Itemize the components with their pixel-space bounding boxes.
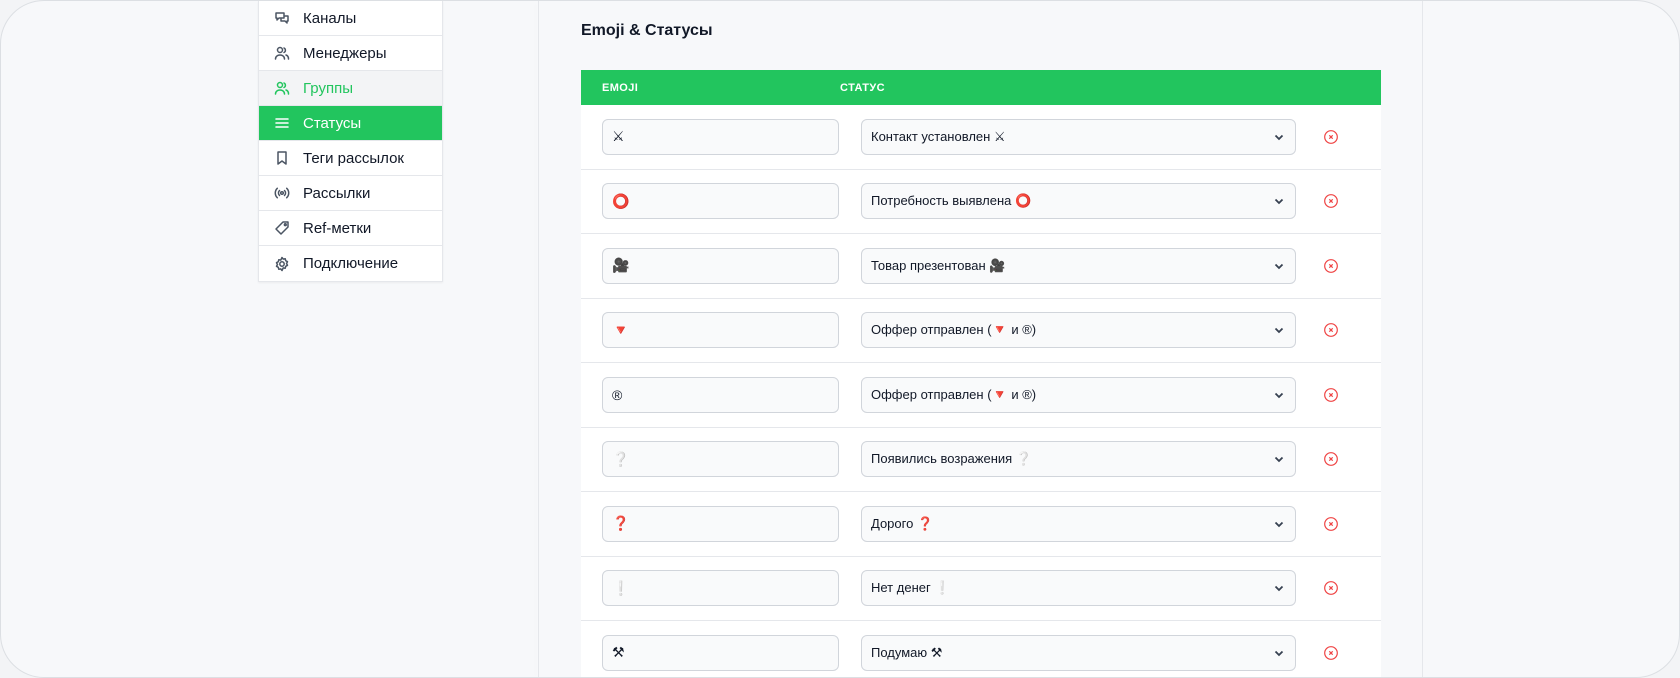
chevron-down-icon xyxy=(1273,453,1285,465)
table-row: 🎥 Товар презентован 🎥 xyxy=(581,234,1381,299)
table-header: EMOJI СТАТУС xyxy=(581,70,1381,105)
emoji-input[interactable]: ❕ xyxy=(602,570,839,607)
delete-row-button[interactable] xyxy=(1323,516,1339,532)
bookmark-icon xyxy=(273,149,291,167)
emoji-input[interactable]: 🔻 xyxy=(602,312,839,349)
emoji-input[interactable]: ⚒ xyxy=(602,634,839,671)
chevron-down-icon xyxy=(1273,582,1285,594)
sidebar-item-label: Статусы xyxy=(303,114,362,132)
status-select[interactable]: Контакт установлен ⚔ xyxy=(861,118,1296,155)
delete-row-button[interactable] xyxy=(1323,193,1339,209)
content-left-border xyxy=(538,1,539,677)
table-row: 🔻 Оффер отправлен (🔻 и ®) xyxy=(581,299,1381,363)
status-select-value: Товар презентован 🎥 xyxy=(871,257,1006,273)
sidebar-item-managers[interactable]: Менеджеры xyxy=(259,36,442,71)
settings-sidebar: Каналы Менеджеры Группы Статусы Теги рас… xyxy=(258,1,443,282)
tag-icon xyxy=(273,219,291,237)
status-select-value: Подумаю ⚒ xyxy=(871,644,943,660)
status-select[interactable]: Оффер отправлен (🔻 и ®) xyxy=(861,312,1296,349)
app-frame: Каналы Менеджеры Группы Статусы Теги рас… xyxy=(0,0,1680,678)
table-row: ❔ Появились возражения ❔ xyxy=(581,428,1381,492)
chevron-down-icon xyxy=(1273,324,1285,336)
emoji-input[interactable]: ❓ xyxy=(602,505,839,542)
chevron-down-icon xyxy=(1273,389,1285,401)
table-row: ❓ Дорого ❓ xyxy=(581,492,1381,557)
chevron-down-icon xyxy=(1273,195,1285,207)
sidebar-item-channels[interactable]: Каналы xyxy=(259,1,442,36)
status-select[interactable]: Подумаю ⚒ xyxy=(861,634,1296,671)
emoji-input[interactable]: ⭕ xyxy=(602,183,839,220)
table-row: ⚔ Контакт установлен ⚔ xyxy=(581,105,1381,170)
close-circle-icon xyxy=(1324,323,1338,338)
status-select[interactable]: Появились возражения ❔ xyxy=(861,441,1296,478)
emoji-status-table: EMOJI СТАТУС ⚔ Контакт установлен ⚔ ⭕ По… xyxy=(581,70,1381,677)
gear-icon xyxy=(273,255,291,273)
page-title: Emoji & Статусы xyxy=(581,22,713,39)
chevron-down-icon xyxy=(1273,260,1285,272)
content-right-border xyxy=(1422,1,1423,677)
delete-row-button[interactable] xyxy=(1323,129,1339,145)
sidebar-item-connection[interactable]: Подключение xyxy=(259,246,442,281)
sidebar-item-label: Рассылки xyxy=(303,184,371,202)
status-select-value: Контакт установлен ⚔ xyxy=(871,128,1006,144)
table-row: ® Оффер отправлен (🔻 и ®) xyxy=(581,363,1381,428)
sidebar-item-mailings[interactable]: Рассылки xyxy=(259,176,442,211)
delete-row-button[interactable] xyxy=(1323,580,1339,596)
sidebar-item-mailing-tags[interactable]: Теги рассылок xyxy=(259,141,442,176)
close-circle-icon xyxy=(1324,452,1338,467)
status-select-value: Оффер отправлен (🔻 и ®) xyxy=(871,386,1037,402)
close-circle-icon xyxy=(1324,129,1338,144)
close-circle-icon xyxy=(1324,645,1338,660)
status-select[interactable]: Дорого ❓ xyxy=(861,505,1296,542)
emoji-input[interactable]: 🎥 xyxy=(602,247,839,284)
sidebar-item-label: Группы xyxy=(303,79,353,97)
emoji-input[interactable]: ❔ xyxy=(602,441,839,478)
status-select-value: Потребность выявлена ⭕ xyxy=(871,193,1032,209)
delete-row-button[interactable] xyxy=(1323,387,1339,403)
status-select-value: Появились возражения ❔ xyxy=(871,451,1032,467)
sidebar-item-groups[interactable]: Группы xyxy=(259,71,442,106)
status-select-value: Оффер отправлен (🔻 и ®) xyxy=(871,322,1037,338)
sidebar-item-label: Каналы xyxy=(303,9,357,27)
chevron-down-icon xyxy=(1273,131,1285,143)
status-select[interactable]: Потребность выявлена ⭕ xyxy=(861,183,1296,220)
table-row: ⚒ Подумаю ⚒ xyxy=(581,621,1381,677)
status-select-value: Нет денег ❕ xyxy=(871,580,951,596)
sidebar-item-statuses[interactable]: Статусы xyxy=(259,106,442,141)
delete-row-button[interactable] xyxy=(1323,322,1339,338)
chevron-down-icon xyxy=(1273,647,1285,659)
column-header-emoji: EMOJI xyxy=(602,81,639,94)
emoji-input[interactable]: ⚔ xyxy=(602,118,839,155)
sidebar-item-label: Подключение xyxy=(303,255,399,272)
user-group-icon xyxy=(273,79,291,97)
sidebar-item-ref-tags[interactable]: Ref-метки xyxy=(259,211,442,246)
delete-row-button[interactable] xyxy=(1323,645,1339,661)
close-circle-icon xyxy=(1324,387,1338,402)
delete-row-button[interactable] xyxy=(1323,258,1339,274)
sidebar-item-label: Менеджеры xyxy=(303,44,387,62)
column-header-status: СТАТУС xyxy=(840,81,885,94)
close-circle-icon xyxy=(1324,194,1338,209)
delete-row-button[interactable] xyxy=(1323,451,1339,467)
status-select-value: Дорого ❓ xyxy=(871,515,934,531)
status-select[interactable]: Оффер отправлен (🔻 и ®) xyxy=(861,376,1296,413)
users-icon xyxy=(273,44,291,62)
close-circle-icon xyxy=(1324,516,1338,531)
chevron-down-icon xyxy=(1273,518,1285,530)
broadcast-icon xyxy=(273,184,291,202)
chat-bubbles-icon xyxy=(273,9,291,27)
list-icon xyxy=(273,114,291,132)
close-circle-icon xyxy=(1324,581,1338,596)
table-row: ❕ Нет денег ❕ xyxy=(581,557,1381,621)
status-select[interactable]: Нет денег ❕ xyxy=(861,570,1296,607)
close-circle-icon xyxy=(1324,258,1338,273)
status-select[interactable]: Товар презентован 🎥 xyxy=(861,247,1296,284)
table-row: ⭕ Потребность выявлена ⭕ xyxy=(581,170,1381,234)
sidebar-item-label: Ref-метки xyxy=(303,219,372,237)
sidebar-item-label: Теги рассылок xyxy=(303,149,404,167)
emoji-input[interactable]: ® xyxy=(602,376,839,413)
